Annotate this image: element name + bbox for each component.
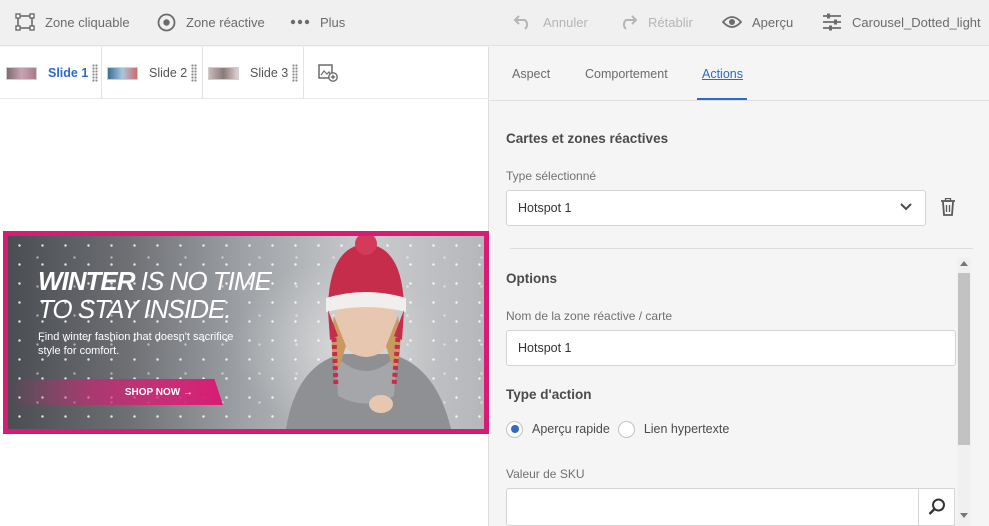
banner-headline-line2: TO STAY INSIDE. [38,294,232,324]
slide-strip: Slide 1 Slide 2 Slide 3 [0,47,489,99]
type-label: Type sélectionné [506,169,597,183]
slide-thumbnail [6,66,37,80]
tab-aspect[interactable]: Aspect [512,47,550,101]
headline-bold: WINTER [38,266,136,296]
trash-icon [941,197,955,216]
sliders-icon [823,13,841,31]
radio-hyperlink[interactable] [617,420,635,438]
slide-label: Slide 2 [149,66,188,80]
redo-label: Rétablir [648,14,693,30]
drag-handle-icon[interactable] [191,64,198,82]
drag-handle-icon[interactable] [92,64,99,82]
redo-button[interactable]: Rétablir [618,0,693,44]
action-type-title: Type d'action [506,387,592,402]
action-type-radio-group: Aperçu rapide Lien hypertexte [506,419,737,439]
slide-tab-3[interactable]: Slide 3 [208,47,299,99]
radio-quickview-label[interactable]: Aperçu rapide [532,422,610,436]
more-label: Plus [320,14,346,30]
zone-cliquable-button[interactable]: Zone cliquable [15,0,130,44]
preset-name: Carousel_Dotted_light [852,14,981,30]
scroll-thumb[interactable] [958,273,970,445]
banner-image[interactable]: WINTER IS NO TIME TO STAY INSIDE. Find w… [3,231,489,434]
type-select-value: Hotspot 1 [518,201,572,215]
sku-search-button[interactable] [918,488,955,526]
preview-button[interactable]: Aperçu [722,0,793,44]
woman-illustration [286,236,451,429]
section-divider [510,248,973,249]
slide-tab-2[interactable]: Slide 2 [107,47,198,99]
undo-button[interactable]: Annuler [513,0,588,44]
sku-label: Valeur de SKU [506,467,585,481]
slide-label: Slide 1 [48,66,89,80]
slide-tab-1[interactable]: Slide 1 [6,47,99,99]
maps-section-title: Cartes et zones réactives [506,131,669,146]
canvas-pane: Slide 1 Slide 2 Slide 3 WINTER IS NO TIM… [0,47,489,526]
panel-scrollbar[interactable] [957,257,971,526]
properties-panel: Aspect Comportement Actions Cartes et zo… [490,47,989,526]
slide-thumbnail [208,66,239,80]
hotspot-icon [157,13,176,31]
undo-label: Annuler [543,14,588,30]
preset-button[interactable]: Carousel_Dotted_light [822,0,981,44]
delete-button[interactable] [940,197,956,219]
add-slide-button[interactable] [318,64,338,85]
preview-label: Aperçu [752,14,794,30]
tab-actions[interactable]: Actions [702,47,743,101]
slide-label: Slide 3 [250,66,289,80]
sku-input[interactable] [506,488,919,526]
redo-icon [623,15,638,30]
hotspot-name-input[interactable]: Hotspot 1 [506,330,956,366]
chevron-down-icon [900,203,912,211]
zone-cliquable-label: Zone cliquable [45,14,130,30]
options-section-title: Options [506,271,557,286]
zone-reactive-label: Zone réactive [186,14,265,30]
shop-now-button[interactable]: SHOP NOW → [8,379,223,405]
search-icon [928,498,945,515]
banner-headline: WINTER IS NO TIME [38,266,272,297]
eye-icon [722,16,742,28]
radio-quickview[interactable] [506,420,523,438]
drag-handle-icon[interactable] [292,64,299,82]
more-dots-icon [290,19,310,25]
undo-icon [513,15,528,30]
slide-thumbnail [107,66,138,80]
scroll-down-arrow-icon[interactable] [960,513,968,518]
name-label: Nom de la zone réactive / carte [506,309,673,323]
toolbar: Zone cliquable Zone réactive Plus Annule… [0,0,989,46]
active-tab-indicator [697,98,747,100]
slide-divider [303,47,304,99]
type-select[interactable]: Hotspot 1 [506,190,926,226]
more-button[interactable]: Plus [290,0,345,44]
clickable-zone-icon [15,13,35,31]
slide-divider [101,47,102,99]
banner-subtext: Find winter fashion that doesn't sacrifi… [38,331,234,357]
zone-reactive-button[interactable]: Zone réactive [157,0,265,44]
slide-divider [202,47,203,99]
panel-tabs: Aspect Comportement Actions [490,47,989,101]
radio-hyperlink-label[interactable]: Lien hypertexte [644,422,729,436]
tab-comportement[interactable]: Comportement [585,47,668,101]
add-slide-icon [318,64,338,82]
scroll-up-arrow-icon[interactable] [960,261,968,266]
headline-rest: IS NO TIME [134,266,272,296]
